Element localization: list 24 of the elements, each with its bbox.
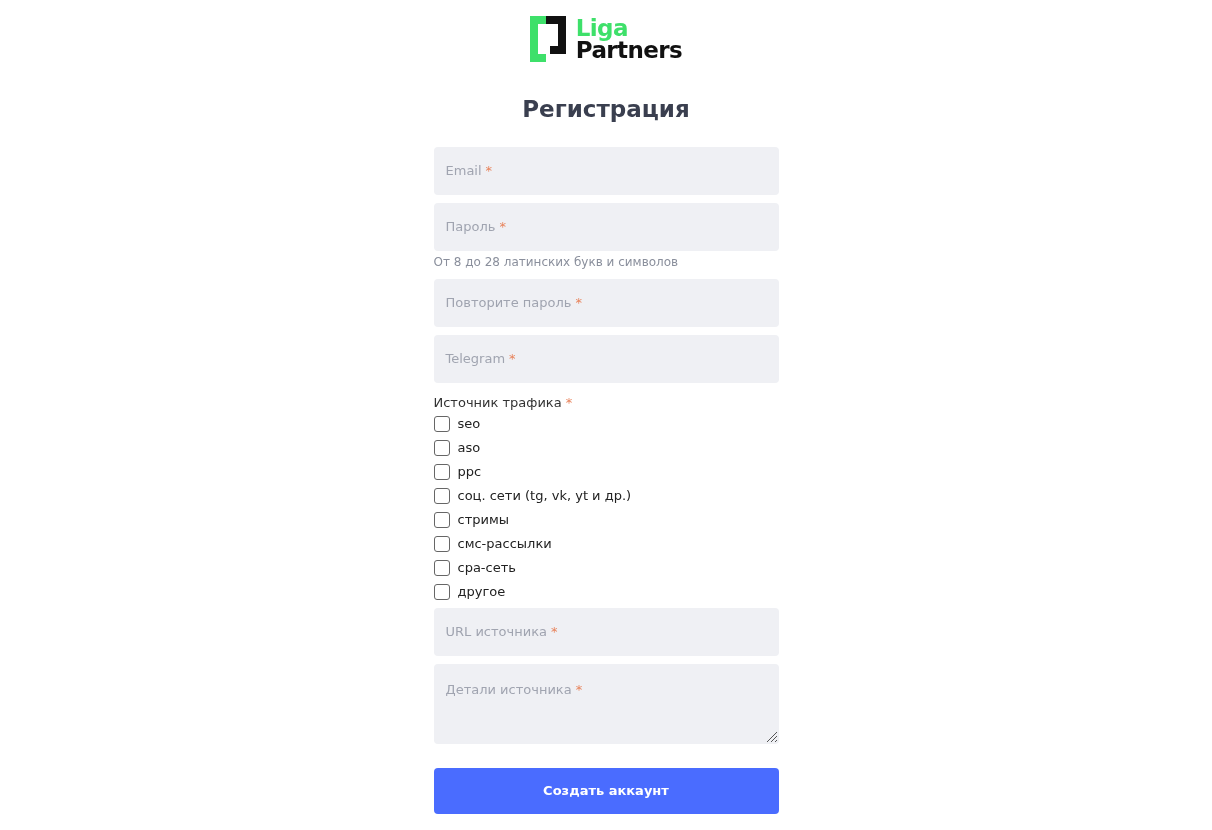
page-title: Регистрация <box>522 95 690 124</box>
logo-icon <box>529 16 566 62</box>
checkbox-label[interactable]: cpa-сеть <box>457 558 516 578</box>
checkbox-label[interactable]: aso <box>457 438 481 458</box>
checkbox-label[interactable]: соц. сети (tg, vk, yt и др.) <box>457 486 632 506</box>
hint-text: От 8 до 28 латинских букв и символов <box>433 254 680 269</box>
checkbox-label[interactable]: стримы <box>457 510 509 530</box>
checkbox-label[interactable]: seo <box>457 414 481 434</box>
checkbox[interactable] <box>433 488 450 504</box>
checkbox-label[interactable]: смс-рассылки <box>457 534 552 554</box>
submit-button[interactable]: Создать аккаунт <box>433 768 779 814</box>
checkbox[interactable] <box>433 512 450 528</box>
checkbox-label[interactable]: ppc <box>457 462 482 482</box>
checkbox[interactable] <box>433 584 450 600</box>
checkbox[interactable] <box>433 440 450 456</box>
group-label: Источник трафика <box>433 393 562 412</box>
checkbox[interactable] <box>433 560 450 576</box>
checkbox[interactable] <box>433 536 450 552</box>
required-mark: * <box>565 393 573 412</box>
checkbox[interactable] <box>433 464 450 480</box>
logo-text: Liga <box>575 17 629 39</box>
resize-handle-icon[interactable] <box>764 730 777 742</box>
checkbox-label[interactable]: другое <box>457 582 506 602</box>
checkbox[interactable] <box>433 416 450 432</box>
